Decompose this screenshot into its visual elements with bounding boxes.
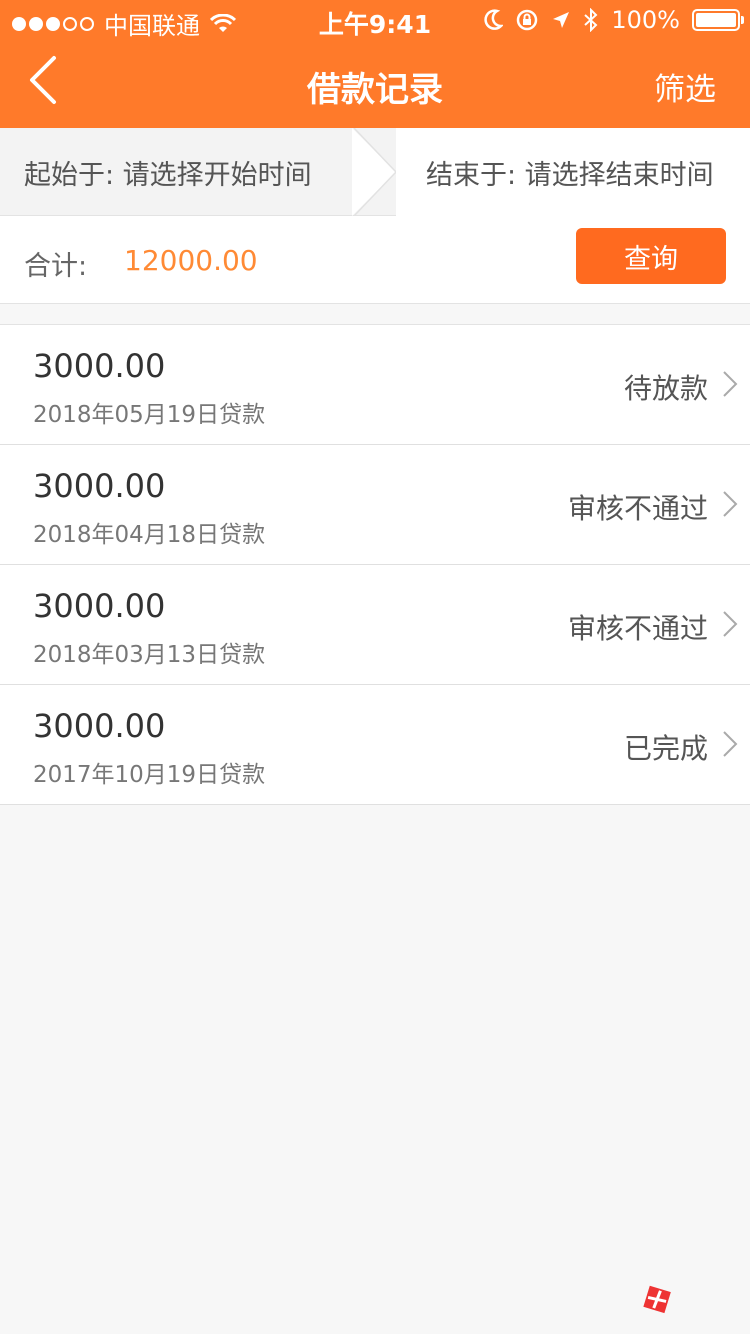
- back-arrow-icon: [30, 56, 56, 104]
- start-date-text: 起始于: 请选择开始时间: [24, 159, 312, 191]
- location-arrow-icon: [553, 12, 570, 28]
- back-button[interactable]: [22, 52, 72, 112]
- filter-button[interactable]: 筛选: [654, 64, 716, 109]
- record-date: 2018年05月19日贷款: [33, 402, 266, 428]
- moon-icon: [484, 9, 504, 30]
- loan-record-list: 3000.00 2018年05月19日贷款 待放款 3000.00 2018年0…: [0, 324, 750, 805]
- end-date-picker[interactable]: 结束于: 请选择结束时间: [396, 128, 750, 216]
- start-date-picker[interactable]: 起始于: 请选择开始时间: [0, 128, 375, 216]
- watermark-logo: [632, 1244, 742, 1314]
- list-item[interactable]: 3000.00 2017年10月19日贷款 已完成: [0, 685, 750, 805]
- record-date: 2018年04月18日贷款: [33, 522, 266, 548]
- record-amount: 3000.00: [33, 707, 166, 745]
- record-amount: 3000.00: [33, 467, 166, 505]
- record-date: 2017年10月19日贷款: [33, 762, 266, 788]
- query-button[interactable]: 查询: [576, 228, 726, 284]
- record-status: 审核不通过: [567, 492, 708, 525]
- battery-icon: [692, 9, 744, 31]
- chevron-right-icon: [723, 491, 738, 517]
- chevron-right-icon: [723, 731, 738, 757]
- record-amount: 3000.00: [33, 587, 166, 625]
- list-item[interactable]: 3000.00 2018年04月18日贷款 审核不通过: [0, 445, 750, 565]
- status-right: 100%: [483, 6, 744, 34]
- date-range-filter: 起始于: 请选择开始时间 结束于: 请选择结束时间: [0, 128, 750, 216]
- total-label: 合计:: [24, 251, 88, 282]
- record-status: 待放款: [623, 372, 708, 405]
- page-title: 借款记录: [307, 70, 443, 110]
- rotation-lock-icon: [517, 9, 538, 31]
- record-status: 已完成: [623, 732, 708, 765]
- status-bar: 中国联通 上午9:41 100%: [0, 0, 750, 40]
- chevron-separator-icon: [352, 128, 396, 216]
- record-date: 2018年03月13日贷款: [33, 642, 266, 668]
- header: 中国联通 上午9:41 100% 借款记录 筛选: [0, 0, 750, 128]
- summary-row: 合计: 12000.00 查询: [0, 216, 750, 304]
- record-amount: 3000.00: [33, 347, 166, 385]
- watermark-logo-icon: [643, 1285, 671, 1314]
- end-date-text: 结束于: 请选择结束时间: [426, 159, 714, 191]
- record-status: 审核不通过: [567, 612, 708, 645]
- battery-percent: 100%: [611, 6, 680, 34]
- list-item[interactable]: 3000.00 2018年05月19日贷款 待放款: [0, 325, 750, 445]
- chevron-right-icon: [723, 611, 738, 637]
- chevron-right-icon: [723, 371, 738, 397]
- bluetooth-icon: [584, 8, 598, 32]
- total-value: 12000.00: [124, 244, 258, 277]
- list-item[interactable]: 3000.00 2018年03月13日贷款 审核不通过: [0, 565, 750, 685]
